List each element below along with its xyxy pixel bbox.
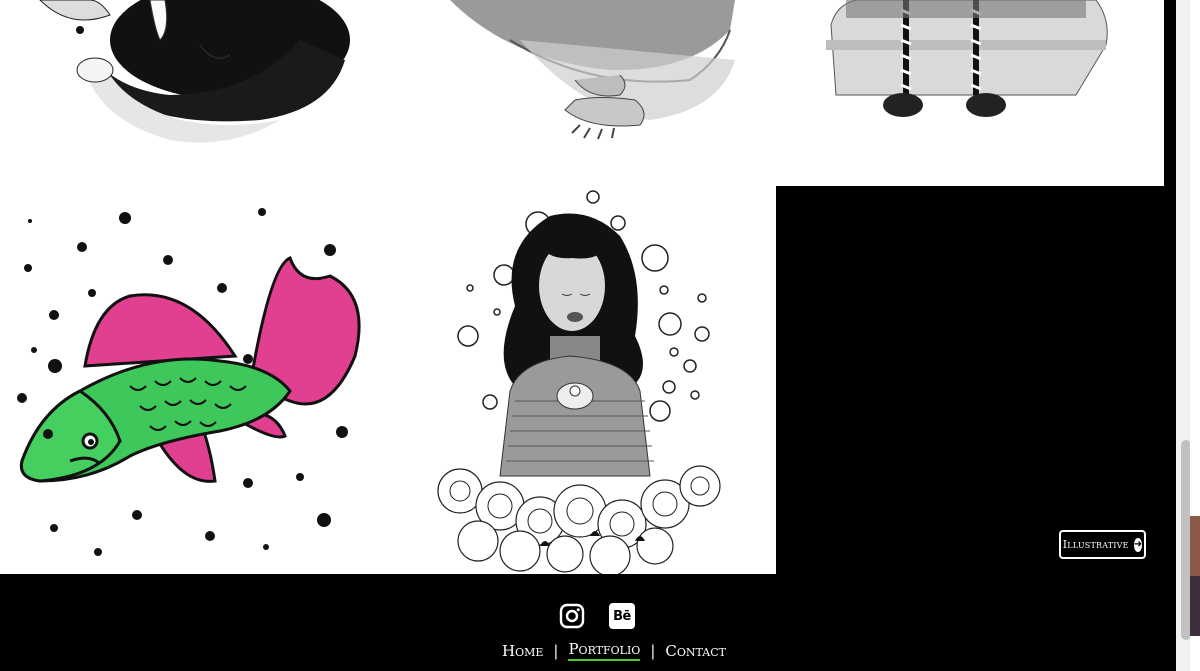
gallery-item-rodent[interactable] (390, 0, 776, 186)
illustrative-category-button[interactable]: Illustrative ➜ (1059, 530, 1146, 559)
instagram-icon (559, 603, 585, 629)
portfolio-page: Illustrative ➜ Bē Home | Portfolio | Con… (0, 0, 1176, 671)
girl-with-cat-illustration (437, 190, 721, 574)
edge-color-block (1190, 516, 1200, 576)
zebra-illustration (826, 0, 1108, 117)
rodent-illustration (450, 0, 735, 140)
gallery-item-zebra[interactable] (776, 0, 1164, 186)
nav-separator: | (650, 641, 656, 660)
fox-illustration (39, 0, 350, 143)
footer-nav: Home | Portfolio | Contact (502, 640, 726, 661)
gallery-item-fox[interactable] (0, 0, 390, 186)
gallery-item-girl[interactable] (390, 186, 776, 574)
nav-link-home[interactable]: Home (502, 642, 543, 660)
arrow-right-circle-icon: ➜ (1133, 537, 1143, 552)
social-links: Bē (558, 602, 636, 630)
fish-illustration (17, 208, 361, 556)
nav-separator: | (553, 641, 559, 660)
nav-link-contact[interactable]: Contact (665, 642, 726, 660)
edge-color-block (1190, 576, 1200, 636)
site-footer: Bē Home | Portfolio | Contact (0, 574, 1176, 671)
adjacent-window-edge (1190, 0, 1200, 671)
nav-link-portfolio[interactable]: Portfolio (568, 640, 641, 661)
illustrative-category-label: Illustrative (1062, 538, 1129, 551)
behance-icon: Bē (609, 603, 635, 629)
gallery-item-fish[interactable] (0, 186, 390, 574)
instagram-link[interactable] (558, 602, 586, 630)
behance-link[interactable]: Bē (608, 602, 636, 630)
